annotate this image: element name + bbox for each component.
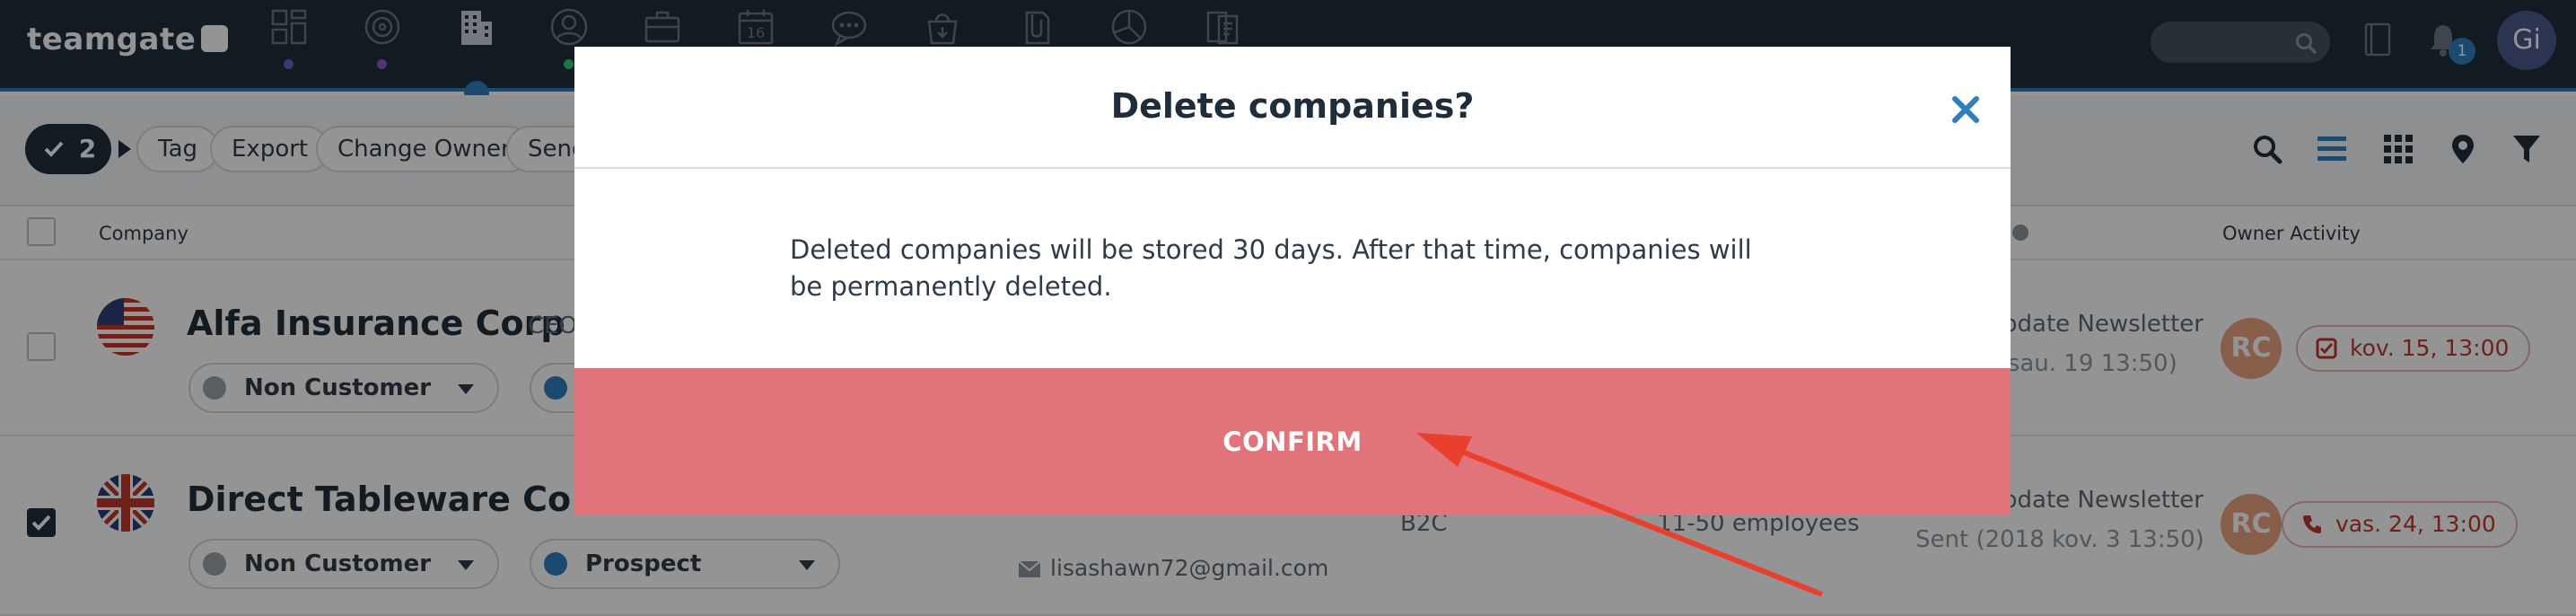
dialog-title: Delete companies? <box>1110 86 1475 126</box>
confirm-button[interactable]: CONFIRM <box>574 368 2011 515</box>
dialog-header: Delete companies? <box>574 47 2011 169</box>
delete-companies-dialog: Delete companies? Deleted companies will… <box>574 47 2011 515</box>
close-icon[interactable] <box>1946 90 1985 129</box>
dialog-message: Deleted companies will be stored 30 days… <box>790 234 1752 302</box>
